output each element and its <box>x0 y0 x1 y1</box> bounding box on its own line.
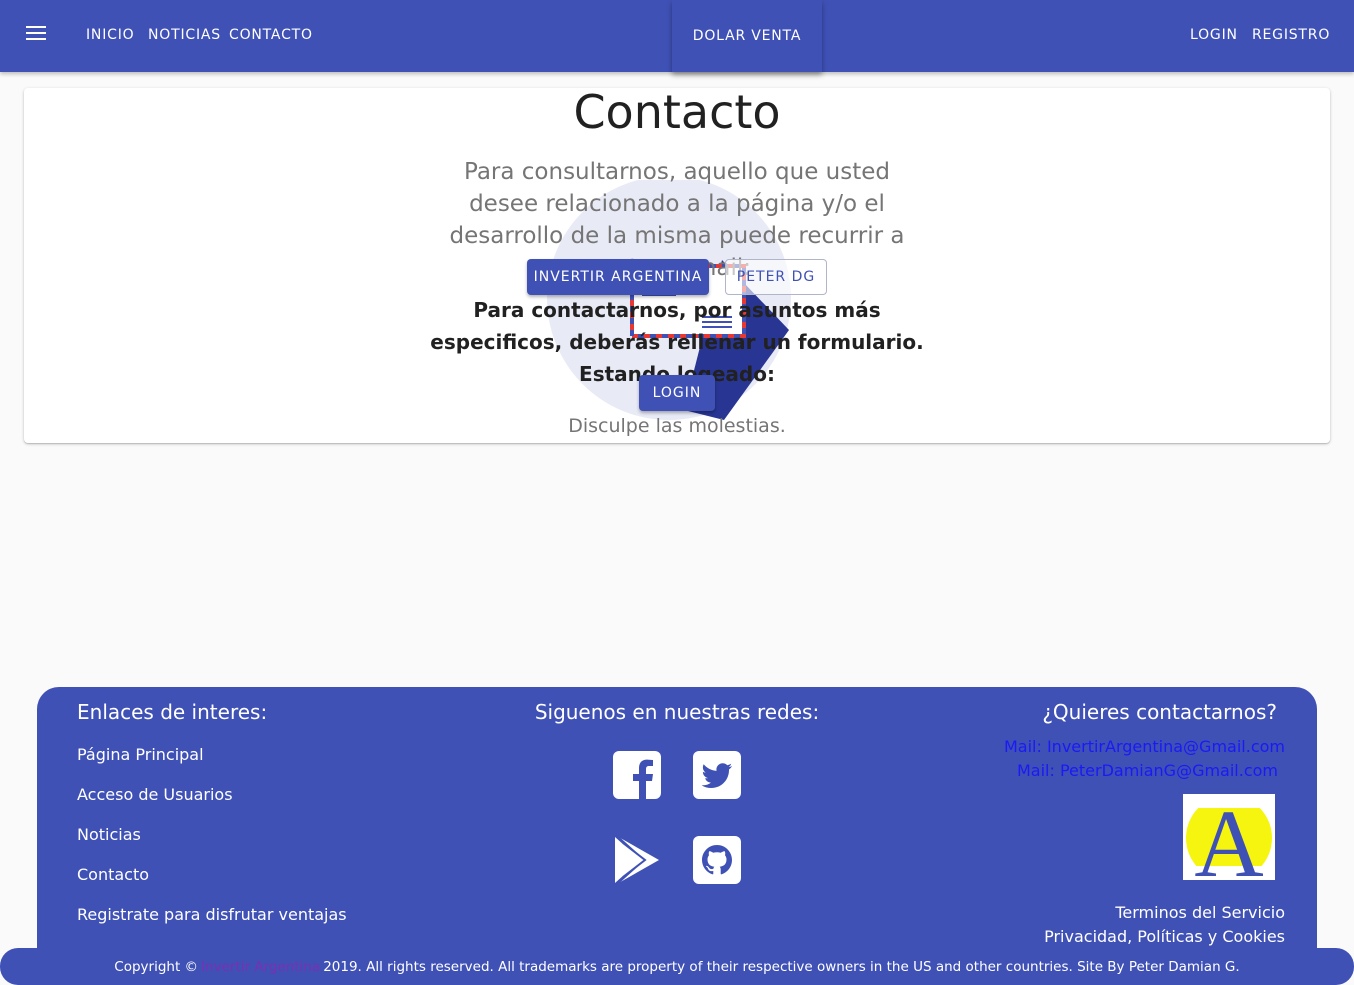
footer-link-home[interactable]: Página Principal <box>77 745 204 764</box>
copyright-brand-link[interactable]: Invertir Argentina <box>201 959 320 975</box>
login-button[interactable]: LOGIN <box>639 375 715 411</box>
hamburger-menu-icon[interactable] <box>26 26 46 46</box>
invertir-argentina-logo: A <box>1183 790 1275 897</box>
github-icon[interactable] <box>693 836 741 884</box>
footer-link-news[interactable]: Noticias <box>77 825 141 844</box>
facebook-icon[interactable] <box>613 751 661 799</box>
nav-link-noticias[interactable]: NOTICIAS <box>148 27 221 43</box>
copyright-prefix: Copyright © <box>114 958 199 975</box>
twitter-icon[interactable] <box>693 751 741 799</box>
copyright-suffix: 2019. All rights reserved. All trademark… <box>323 958 1240 975</box>
mail-link-peter[interactable]: Mail: PeterDamianG@Gmail.com <box>1017 761 1278 780</box>
nav-link-contacto[interactable]: CONTACTO <box>229 27 313 43</box>
footer-link-contact[interactable]: Contacto <box>77 865 149 884</box>
contact-card: Contacto Para consultarnos, aquello que … <box>24 88 1330 443</box>
svg-text:A: A <box>1194 794 1263 880</box>
nav-login-link[interactable]: LOGIN <box>1190 27 1238 43</box>
terms-link[interactable]: Terminos del Servicio <box>1115 903 1285 922</box>
nav-link-inicio[interactable]: INICIO <box>86 27 134 43</box>
nav-register-link[interactable]: REGISTRO <box>1252 27 1330 43</box>
privacy-link[interactable]: Privacidad, Políticas y Cookies <box>1044 927 1285 946</box>
mail-link-invertir[interactable]: Mail: InvertirArgentina@Gmail.com <box>1004 737 1285 756</box>
footer-link-register[interactable]: Registrate para disfrutar ventajas <box>77 905 347 924</box>
dolar-venta-button[interactable]: DOLAR VENTA <box>672 0 822 72</box>
footer: Enlaces de interes: Página Principal Acc… <box>37 687 1317 985</box>
apology-text: Disculpe las molestias. <box>568 415 786 437</box>
invertir-argentina-button[interactable]: INVERTIR ARGENTINA <box>527 259 709 295</box>
footer-link-user-access[interactable]: Acceso de Usuarios <box>77 785 233 804</box>
page-title: Contacto <box>573 85 781 139</box>
top-app-bar: INICIO NOTICIAS CONTACTO DOLAR VENTA LOG… <box>0 0 1354 72</box>
footer-contact-title: ¿Quieres contactarnos? <box>1042 700 1277 724</box>
peter-dg-button[interactable]: PETER DG <box>725 259 827 295</box>
google-play-icon[interactable] <box>613 833 661 887</box>
copyright-bar: Copyright © Invertir Argentina 2019. All… <box>0 948 1354 985</box>
